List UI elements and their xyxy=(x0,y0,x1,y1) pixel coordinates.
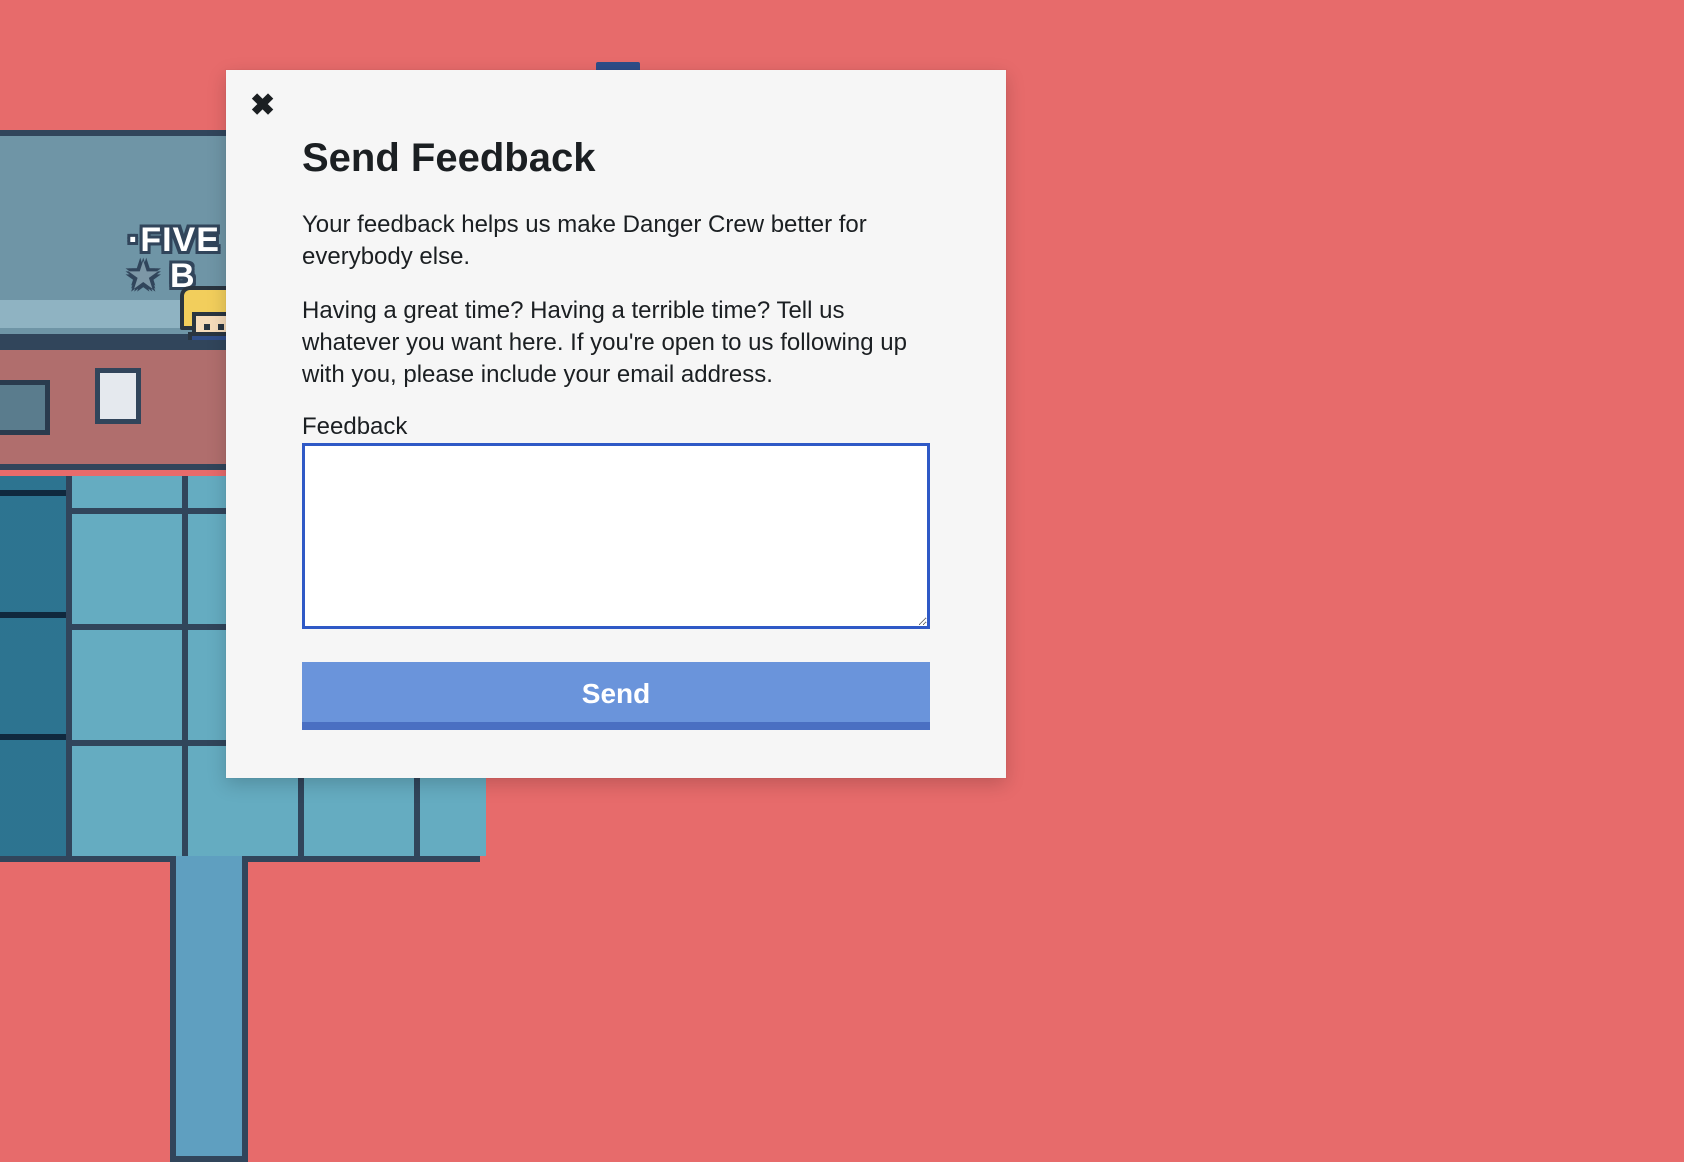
close-icon[interactable]: ✖ xyxy=(250,94,278,122)
bg-sign-text: ·FIVE ★ B xyxy=(128,222,220,294)
send-button[interactable]: Send xyxy=(302,662,930,730)
star-icon: ★ xyxy=(128,257,170,295)
feedback-modal: ✖ Send Feedback Your feedback helps us m… xyxy=(226,70,1006,778)
feedback-label: Feedback xyxy=(302,413,930,441)
modal-title: Send Feedback xyxy=(302,136,930,181)
bg-note-prop xyxy=(95,368,141,424)
modal-content: Send Feedback Your feedback helps us mak… xyxy=(250,122,982,730)
feedback-textarea[interactable] xyxy=(302,443,930,629)
bg-hallway xyxy=(170,856,248,1162)
bg-tv-prop xyxy=(0,380,50,435)
modal-intro-2: Having a great time? Having a terrible t… xyxy=(302,295,930,391)
modal-intro-1: Your feedback helps us make Danger Crew … xyxy=(302,209,930,273)
